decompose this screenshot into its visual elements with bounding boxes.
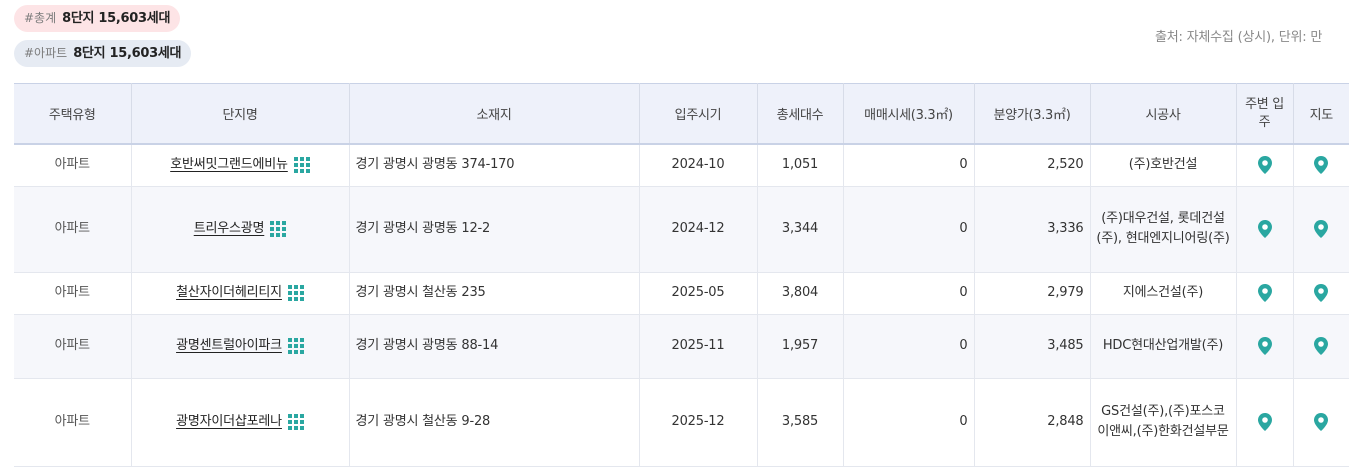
cell-households: 3,585 xyxy=(757,378,844,467)
cell-nearby[interactable] xyxy=(1236,272,1294,315)
table-row: 아파트 철산자이더헤리티지 경기 광명시 철산동 235 2025-05 3,804 0 2… xyxy=(14,272,1349,315)
complex-name-link[interactable]: 광명센트럴아이파크 xyxy=(176,338,282,353)
cell-presale-price: 2,979 xyxy=(974,272,1091,315)
table-row: 아파트 트리우스광명 경기 광명시 광명동 12-2 2024-12 3,344 0 3,3… xyxy=(14,186,1349,273)
cell-address: 경기 광명시 광명동 88-14 xyxy=(349,314,640,379)
cell-sale-price: 0 xyxy=(843,314,975,379)
cell-builder: 지에스건설(주) xyxy=(1090,272,1237,315)
map-pin-icon[interactable] xyxy=(1314,283,1329,302)
cell-move-in: 2024-10 xyxy=(639,144,758,187)
grid-dots-icon[interactable] xyxy=(270,220,287,237)
table-row: 아파트 호반써밋그랜드에비뉴 경기 광명시 광명동 374-170 2024-10 1,… xyxy=(14,144,1349,187)
complex-name-link[interactable]: 광명자이더샵포레나 xyxy=(176,414,282,429)
summary-apartment-badge: #아파트 8단지 15,603세대 xyxy=(14,40,192,67)
cell-sale-price: 0 xyxy=(843,144,975,187)
cell-nearby[interactable] xyxy=(1236,186,1294,273)
map-pin-icon[interactable] xyxy=(1257,283,1272,302)
cell-map[interactable] xyxy=(1293,378,1349,467)
header-nearby: 주변 입주 xyxy=(1236,83,1294,145)
header-presale-price: 분양가(3.3㎡) xyxy=(974,83,1091,145)
grid-dots-icon[interactable] xyxy=(287,337,304,354)
cell-nearby[interactable] xyxy=(1236,378,1294,467)
cell-address: 경기 광명시 광명동 12-2 xyxy=(349,186,640,273)
source-note: 출처: 자체수집 (상시), 단위: 만 xyxy=(1155,30,1323,45)
grid-dots-icon[interactable] xyxy=(287,284,304,301)
cell-sale-price: 0 xyxy=(843,186,975,273)
cell-type: 아파트 xyxy=(14,272,132,315)
summary-apartment-tag: #아파트 xyxy=(24,46,68,60)
summary-total-badge: #총계 8단지 15,603세대 xyxy=(14,5,181,32)
cell-address: 경기 광명시 철산동 235 xyxy=(349,272,640,315)
cell-name[interactable]: 광명자이더샵포레나 xyxy=(131,378,350,467)
cell-move-in: 2025-11 xyxy=(639,314,758,379)
table-header-row: 주택유형 단지명 소재지 입주시기 총세대수 매매시세(3.3㎡) 분양가(3.… xyxy=(14,83,1349,145)
map-pin-icon[interactable] xyxy=(1314,412,1329,431)
map-pin-icon[interactable] xyxy=(1314,336,1329,355)
map-pin-icon[interactable] xyxy=(1314,219,1329,238)
cell-move-in: 2025-12 xyxy=(639,378,758,467)
cell-type: 아파트 xyxy=(14,314,132,379)
cell-type: 아파트 xyxy=(14,378,132,467)
cell-type: 아파트 xyxy=(14,186,132,273)
cell-name[interactable]: 트리우스광명 xyxy=(131,186,350,273)
cell-name[interactable]: 철산자이더헤리티지 xyxy=(131,272,350,315)
summary-total-value: 8단지 15,603세대 xyxy=(62,11,171,26)
grid-dots-icon[interactable] xyxy=(287,413,304,430)
header-address: 소재지 xyxy=(349,83,640,145)
cell-households: 3,804 xyxy=(757,272,844,315)
header-builder: 시공사 xyxy=(1090,83,1237,145)
cell-map[interactable] xyxy=(1293,186,1349,273)
cell-name[interactable]: 광명센트럴아이파크 xyxy=(131,314,350,379)
header-type: 주택유형 xyxy=(14,83,132,145)
complex-name-link[interactable]: 철산자이더헤리티지 xyxy=(176,285,282,300)
cell-builder: (주)대우건설, 롯데건설(주), 현대엔지니어링(주) xyxy=(1090,186,1237,273)
cell-map[interactable] xyxy=(1293,314,1349,379)
cell-map[interactable] xyxy=(1293,144,1349,187)
cell-map[interactable] xyxy=(1293,272,1349,315)
cell-builder: GS건설(주),(주)포스코이앤씨,(주)한화건설부문 xyxy=(1090,378,1237,467)
cell-builder: HDC현대산업개발(주) xyxy=(1090,314,1237,379)
cell-presale-price: 2,848 xyxy=(974,378,1091,467)
table-row: 아파트 광명자이더샵포레나 경기 광명시 철산동 9-28 2025-12 3,585 0… xyxy=(14,378,1349,467)
map-pin-icon[interactable] xyxy=(1257,412,1272,431)
complex-name-link[interactable]: 호반써밋그랜드에비뉴 xyxy=(170,157,288,172)
map-pin-icon[interactable] xyxy=(1257,336,1272,355)
cell-nearby[interactable] xyxy=(1236,144,1294,187)
cell-sale-price: 0 xyxy=(843,272,975,315)
header-move-in: 입주시기 xyxy=(639,83,758,145)
cell-presale-price: 2,520 xyxy=(974,144,1091,187)
cell-name[interactable]: 호반써밋그랜드에비뉴 xyxy=(131,144,350,187)
cell-households: 1,957 xyxy=(757,314,844,379)
cell-address: 경기 광명시 광명동 374-170 xyxy=(349,144,640,187)
cell-builder: (주)호반건설 xyxy=(1090,144,1237,187)
header-sale-price: 매매시세(3.3㎡) xyxy=(843,83,975,145)
header-name: 단지명 xyxy=(131,83,350,145)
header-map: 지도 xyxy=(1293,83,1349,145)
cell-households: 3,344 xyxy=(757,186,844,273)
complex-table: 주택유형 단지명 소재지 입주시기 총세대수 매매시세(3.3㎡) 분양가(3.… xyxy=(14,83,1349,467)
complex-name-link[interactable]: 트리우스광명 xyxy=(194,221,265,236)
cell-presale-price: 3,336 xyxy=(974,186,1091,273)
map-pin-icon[interactable] xyxy=(1257,219,1272,238)
cell-move-in: 2024-12 xyxy=(639,186,758,273)
map-pin-icon[interactable] xyxy=(1314,155,1329,174)
summary-total-tag: #총계 xyxy=(24,11,57,25)
cell-households: 1,051 xyxy=(757,144,844,187)
cell-move-in: 2025-05 xyxy=(639,272,758,315)
cell-address: 경기 광명시 철산동 9-28 xyxy=(349,378,640,467)
cell-type: 아파트 xyxy=(14,144,132,187)
map-pin-icon[interactable] xyxy=(1257,155,1272,174)
cell-presale-price: 3,485 xyxy=(974,314,1091,379)
grid-dots-icon[interactable] xyxy=(293,156,310,173)
header-households: 총세대수 xyxy=(757,83,844,145)
table-row: 아파트 광명센트럴아이파크 경기 광명시 광명동 88-14 2025-11 1,957… xyxy=(14,314,1349,379)
cell-sale-price: 0 xyxy=(843,378,975,467)
summary-apartment-value: 8단지 15,603세대 xyxy=(73,46,182,61)
cell-nearby[interactable] xyxy=(1236,314,1294,379)
